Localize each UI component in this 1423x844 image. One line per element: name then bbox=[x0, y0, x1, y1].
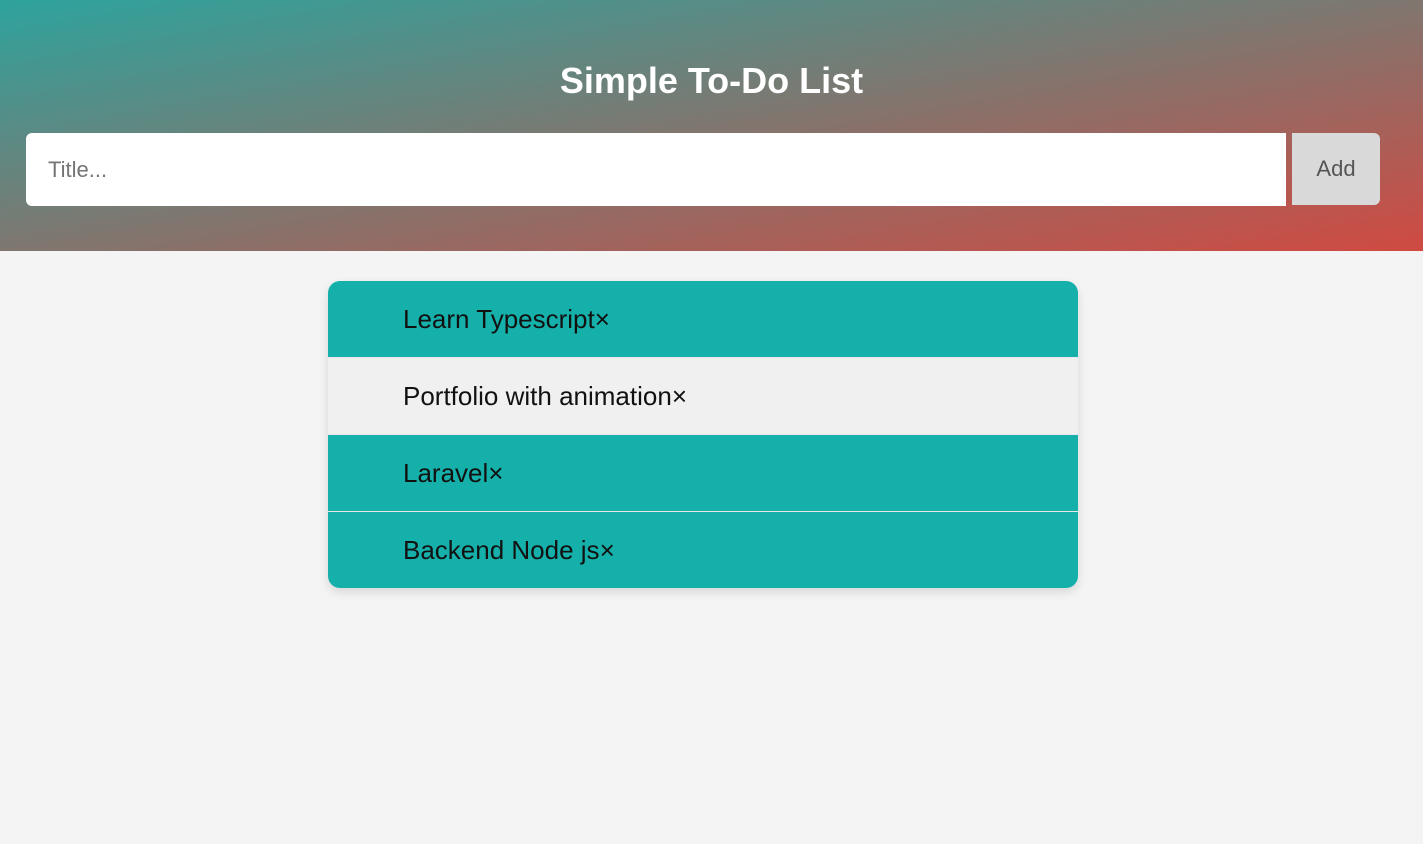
todo-item[interactable]: Portfolio with animation × bbox=[328, 357, 1078, 434]
close-icon[interactable]: × bbox=[595, 304, 610, 335]
todo-item-label: Portfolio with animation bbox=[403, 380, 672, 411]
header: Simple To-Do List Add bbox=[0, 0, 1423, 251]
page-title: Simple To-Do List bbox=[559, 60, 864, 101]
todo-item-label: Learn Typescript bbox=[403, 303, 595, 334]
todo-list: Learn Typescript × Portfolio with animati… bbox=[328, 281, 1078, 588]
todo-item[interactable]: Backend Node js × bbox=[328, 511, 1078, 588]
add-button[interactable]: Add bbox=[1292, 133, 1380, 205]
close-icon[interactable]: × bbox=[672, 381, 687, 412]
todo-item-label: Backend Node js bbox=[403, 534, 600, 565]
close-icon[interactable]: × bbox=[600, 535, 615, 566]
title-input[interactable] bbox=[26, 133, 1286, 206]
todo-item[interactable]: Learn Typescript × bbox=[328, 281, 1078, 357]
todo-item[interactable]: Laravel × bbox=[328, 434, 1078, 511]
close-icon[interactable]: × bbox=[488, 458, 503, 489]
todo-item-label: Laravel bbox=[403, 457, 489, 488]
